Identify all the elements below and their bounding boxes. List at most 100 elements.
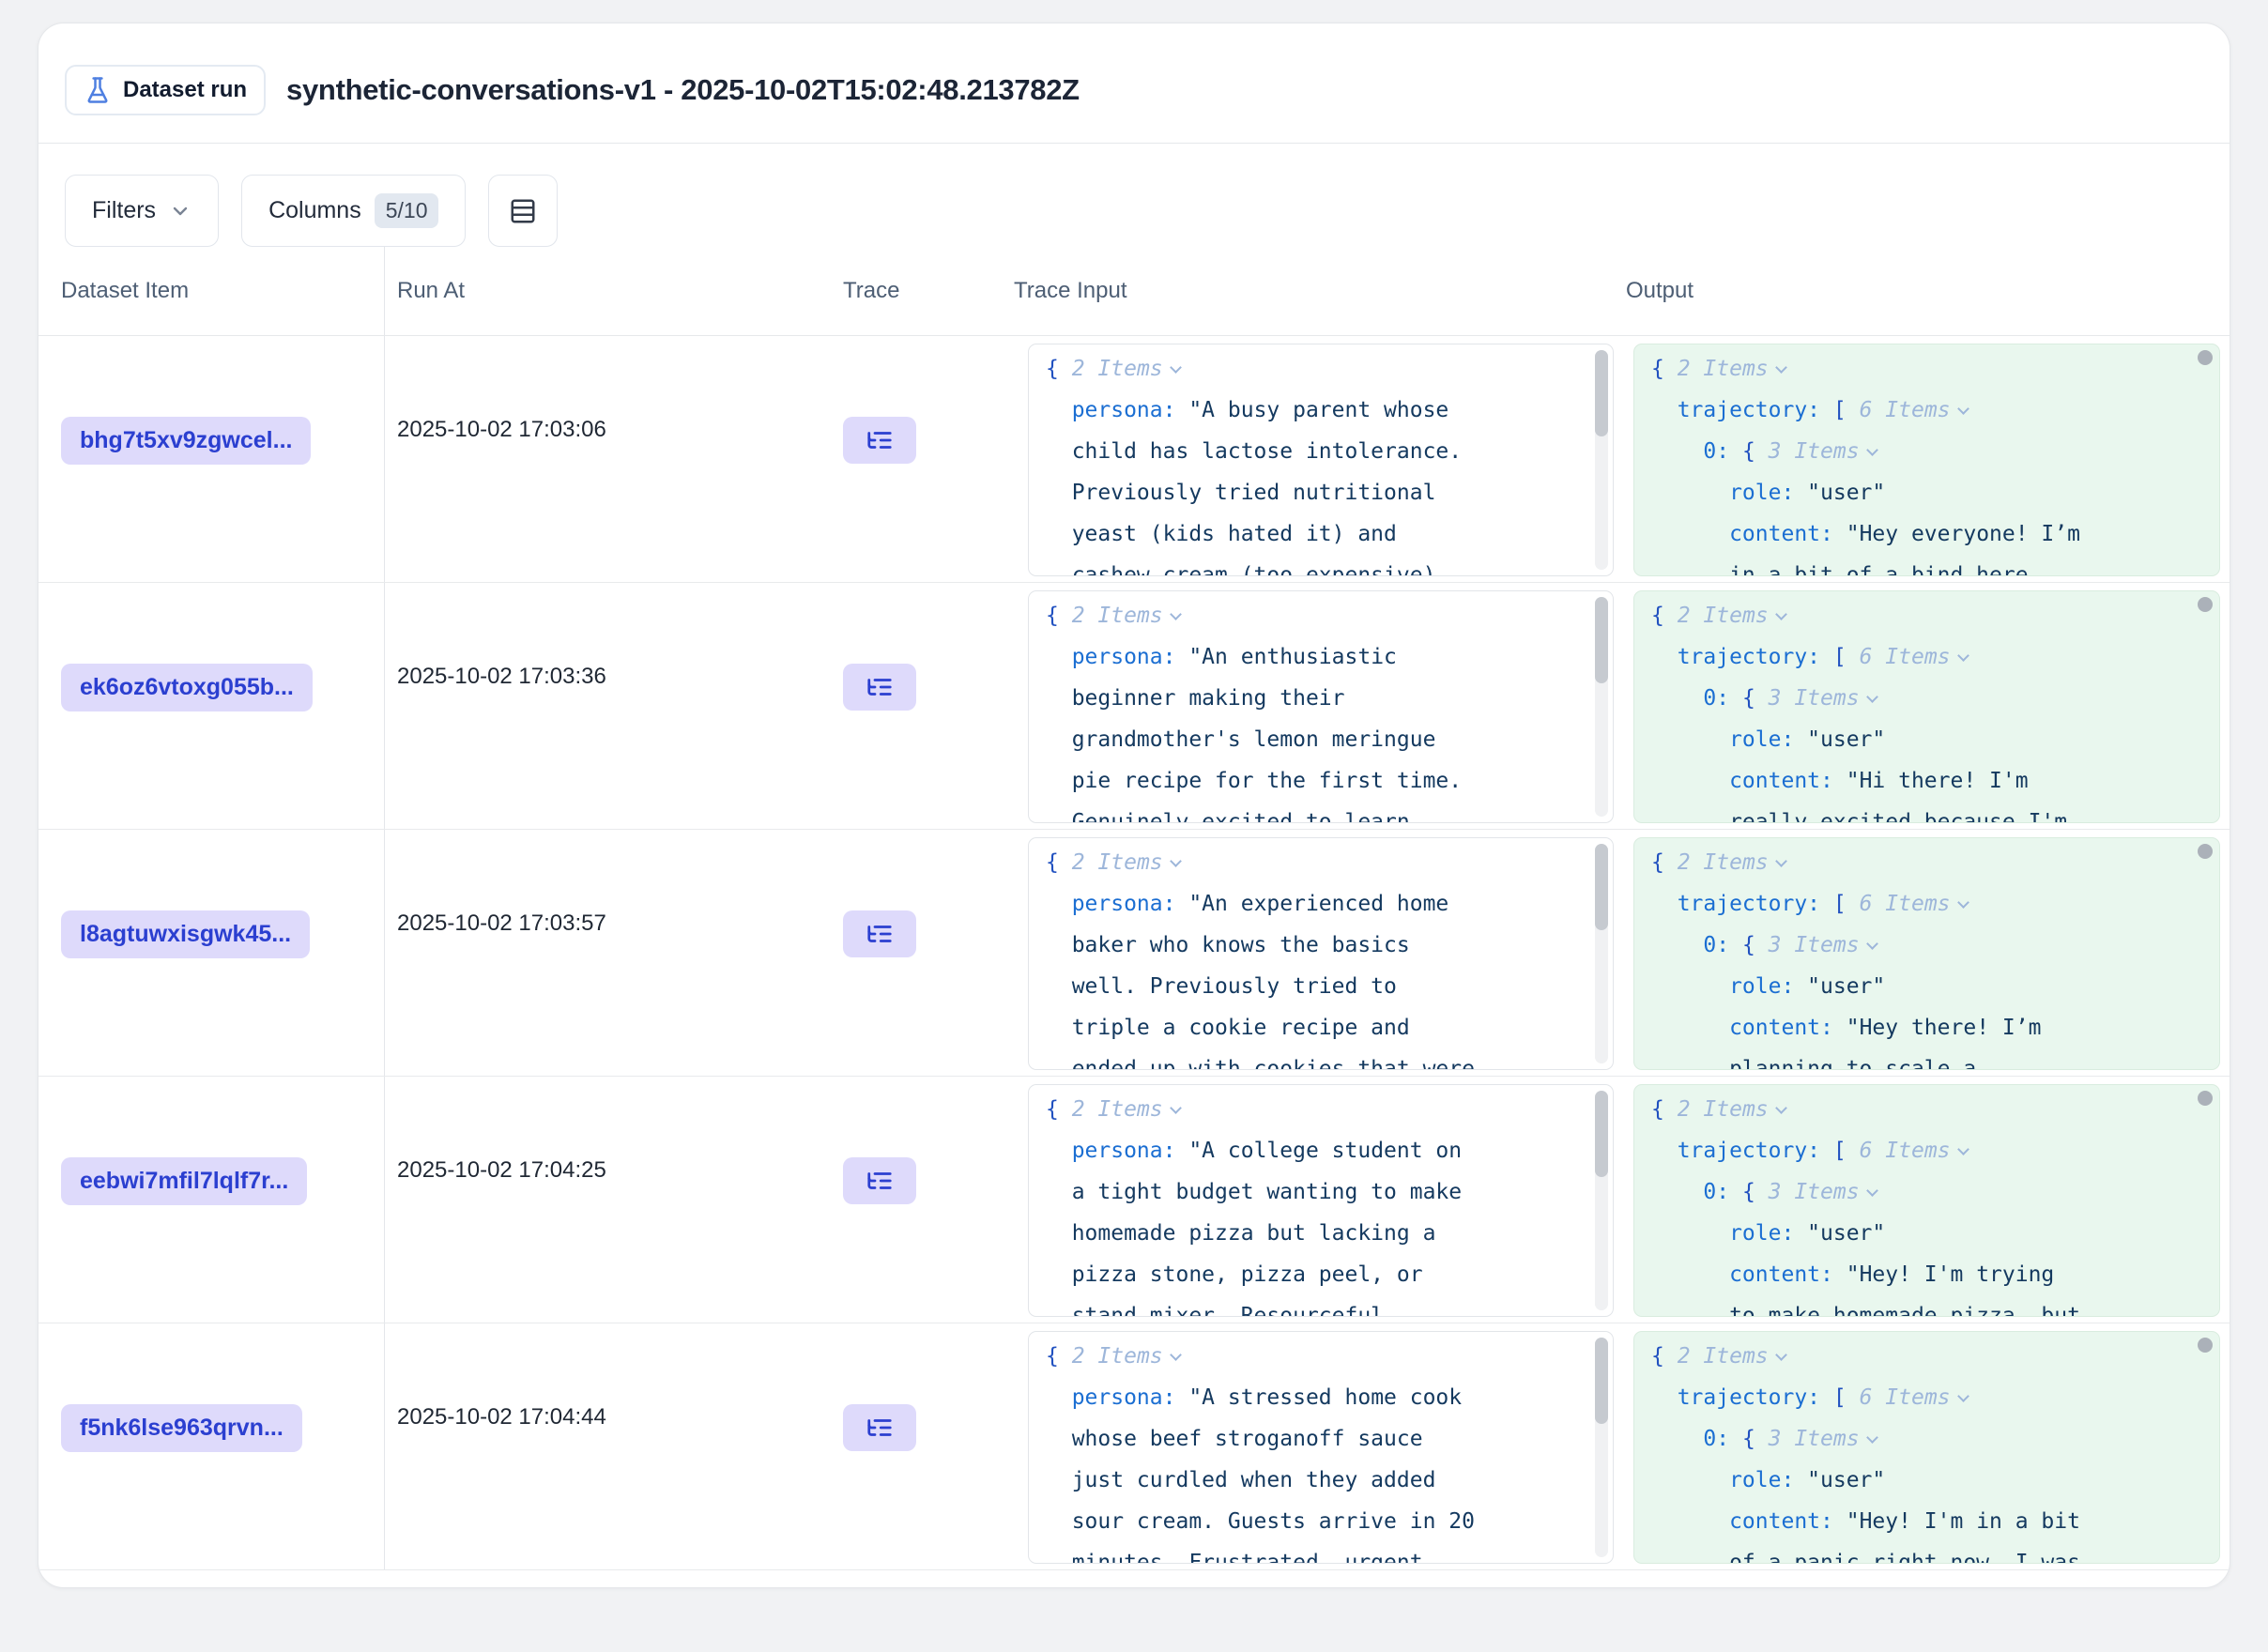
- chevron-down-icon[interactable]: [1775, 1102, 1787, 1114]
- dataset-run-badge-label: Dataset run: [123, 77, 247, 103]
- chevron-down-icon[interactable]: [1775, 608, 1787, 620]
- items-count[interactable]: 2 Items: [1678, 1097, 1769, 1122]
- json-string: "A college student on: [1188, 1139, 1462, 1163]
- chevron-down-icon[interactable]: [1170, 1102, 1182, 1114]
- trace-input-json-viewer[interactable]: { 2 Items persona: "A busy parent whose …: [1028, 344, 1614, 576]
- trace-button[interactable]: [843, 1404, 916, 1451]
- row-height-button[interactable]: [488, 175, 558, 247]
- scrollbar-thumb[interactable]: [1595, 350, 1608, 436]
- items-count[interactable]: 3 Items: [1769, 933, 1860, 957]
- items-count[interactable]: 2 Items: [1678, 357, 1769, 381]
- scrollbar-thumb[interactable]: [1595, 597, 1608, 683]
- items-count[interactable]: 3 Items: [1769, 686, 1860, 711]
- chevron-down-icon[interactable]: [1957, 1390, 1969, 1402]
- trace-button[interactable]: [843, 417, 916, 464]
- dataset-run-badge[interactable]: Dataset run: [65, 65, 266, 115]
- scrollbar-thumb[interactable]: [2198, 1091, 2213, 1106]
- columns-count-badge: 5/10: [375, 193, 439, 228]
- scrollbar-thumb[interactable]: [1595, 844, 1608, 930]
- dataset-item-badge[interactable]: f5nk6lse963qrvn...: [61, 1404, 302, 1452]
- output-json-viewer[interactable]: { 2 Items trajectory: [ 6 Items 0: { 3 I…: [1633, 590, 2220, 823]
- output-json-viewer[interactable]: { 2 Items trajectory: [ 6 Items 0: { 3 I…: [1633, 837, 2220, 1070]
- scrollbar-thumb[interactable]: [2198, 597, 2213, 612]
- json-key: role:: [1651, 1221, 1807, 1246]
- items-count[interactable]: 2 Items: [1678, 850, 1769, 875]
- output-json-viewer[interactable]: { 2 Items trajectory: [ 6 Items 0: { 3 I…: [1633, 1331, 2220, 1564]
- items-count[interactable]: 2 Items: [1072, 850, 1163, 875]
- scrollbar-thumb[interactable]: [1595, 1338, 1608, 1424]
- chevron-down-icon[interactable]: [1170, 361, 1182, 374]
- dataset-item-badge[interactable]: bhg7t5xv9zgwcel...: [61, 417, 311, 465]
- chevron-down-icon[interactable]: [1170, 855, 1182, 867]
- items-count[interactable]: 2 Items: [1072, 1097, 1163, 1122]
- json-bracket: {: [1742, 686, 1769, 711]
- filters-button[interactable]: Filters: [65, 175, 219, 247]
- columns-button[interactable]: Columns 5/10: [241, 175, 466, 247]
- chevron-down-icon[interactable]: [1957, 896, 1969, 909]
- json-bracket: {: [1742, 439, 1769, 464]
- items-count[interactable]: 6 Items: [1860, 1139, 1951, 1163]
- json-bracket: {: [1651, 604, 1678, 628]
- trace-input-json-viewer[interactable]: { 2 Items persona: "A college student on…: [1028, 1084, 1614, 1317]
- column-header-output: Output: [1625, 247, 2230, 335]
- output-json-viewer[interactable]: { 2 Items trajectory: [ 6 Items 0: { 3 I…: [1633, 344, 2220, 576]
- output-cell: { 2 Items trajectory: [ 6 Items 0: { 3 I…: [1625, 1077, 2230, 1323]
- json-key: content:: [1651, 769, 1847, 793]
- chevron-down-icon[interactable]: [1775, 855, 1787, 867]
- json-key: trajectory:: [1651, 892, 1833, 916]
- chevron-down-icon[interactable]: [1866, 1431, 1878, 1444]
- run-at-value: 2025-10-02 17:03:06: [384, 336, 822, 582]
- trace-input-cell: { 2 Items persona: "A stressed home cook…: [1013, 1323, 1625, 1569]
- chevron-down-icon[interactable]: [1866, 691, 1878, 703]
- chevron-down-icon[interactable]: [1866, 444, 1878, 456]
- chevron-down-icon[interactable]: [1775, 1349, 1787, 1361]
- items-count[interactable]: 2 Items: [1072, 357, 1163, 381]
- json-bracket: {: [1046, 1344, 1072, 1369]
- json-string: pizza stone, pizza peel, or: [1046, 1262, 1423, 1287]
- trace-input-cell: { 2 Items persona: "An experienced home …: [1013, 830, 1625, 1076]
- chevron-down-icon[interactable]: [1170, 1349, 1182, 1361]
- dataset-item-badge[interactable]: eebwi7mfil7lqlf7r...: [61, 1157, 307, 1205]
- scrollbar-thumb[interactable]: [2198, 844, 2213, 859]
- items-count[interactable]: 6 Items: [1860, 398, 1951, 422]
- scrollbar-thumb[interactable]: [1595, 1091, 1608, 1177]
- items-count[interactable]: 6 Items: [1860, 645, 1951, 669]
- trace-input-json-viewer[interactable]: { 2 Items persona: "An experienced home …: [1028, 837, 1614, 1070]
- table-row: ek6oz6vtoxg055b...2025-10-02 17:03:36{ 2…: [38, 583, 2230, 830]
- items-count[interactable]: 2 Items: [1072, 1344, 1163, 1369]
- items-count[interactable]: 3 Items: [1769, 1180, 1860, 1204]
- json-string: "A busy parent whose: [1188, 398, 1448, 422]
- json-key: trajectory:: [1651, 398, 1833, 422]
- trace-input-json-viewer[interactable]: { 2 Items persona: "An enthusiastic begi…: [1028, 590, 1614, 823]
- trace-button[interactable]: [843, 1157, 916, 1204]
- json-bracket: [: [1833, 645, 1860, 669]
- trace-input-json-viewer[interactable]: { 2 Items persona: "A stressed home cook…: [1028, 1331, 1614, 1564]
- chevron-down-icon[interactable]: [1866, 1185, 1878, 1197]
- scrollbar-thumb[interactable]: [2198, 1338, 2213, 1353]
- json-string: "Hey everyone! I’m: [1847, 522, 2080, 546]
- scrollbar-thumb[interactable]: [2198, 350, 2213, 365]
- items-count[interactable]: 2 Items: [1072, 604, 1163, 628]
- trace-button[interactable]: [843, 910, 916, 957]
- items-count[interactable]: 3 Items: [1769, 1427, 1860, 1451]
- table-row: f5nk6lse963qrvn...2025-10-02 17:04:44{ 2…: [38, 1323, 2230, 1570]
- chevron-down-icon[interactable]: [1775, 361, 1787, 374]
- items-count[interactable]: 3 Items: [1769, 439, 1860, 464]
- items-count[interactable]: 6 Items: [1860, 1385, 1951, 1410]
- items-count[interactable]: 2 Items: [1678, 604, 1769, 628]
- json-string: planning to scale a: [1651, 1057, 1976, 1070]
- output-json-viewer[interactable]: { 2 Items trajectory: [ 6 Items 0: { 3 I…: [1633, 1084, 2220, 1317]
- trace-button[interactable]: [843, 664, 916, 711]
- chevron-down-icon[interactable]: [1957, 650, 1969, 662]
- chevron-down-icon[interactable]: [1866, 938, 1878, 950]
- dataset-item-badge[interactable]: ek6oz6vtoxg055b...: [61, 664, 313, 711]
- chevron-down-icon[interactable]: [1170, 608, 1182, 620]
- chevron-down-icon[interactable]: [1957, 403, 1969, 415]
- json-string: baker who knows the basics: [1046, 933, 1410, 957]
- chevron-down-icon[interactable]: [1957, 1143, 1969, 1155]
- json-string: ended up with cookies that were: [1046, 1057, 1475, 1070]
- items-count[interactable]: 6 Items: [1860, 892, 1951, 916]
- items-count[interactable]: 2 Items: [1678, 1344, 1769, 1369]
- dataset-item-badge[interactable]: l8agtuwxisgwk45...: [61, 910, 310, 958]
- json-string: "Hey! I'm trying: [1847, 1262, 2055, 1287]
